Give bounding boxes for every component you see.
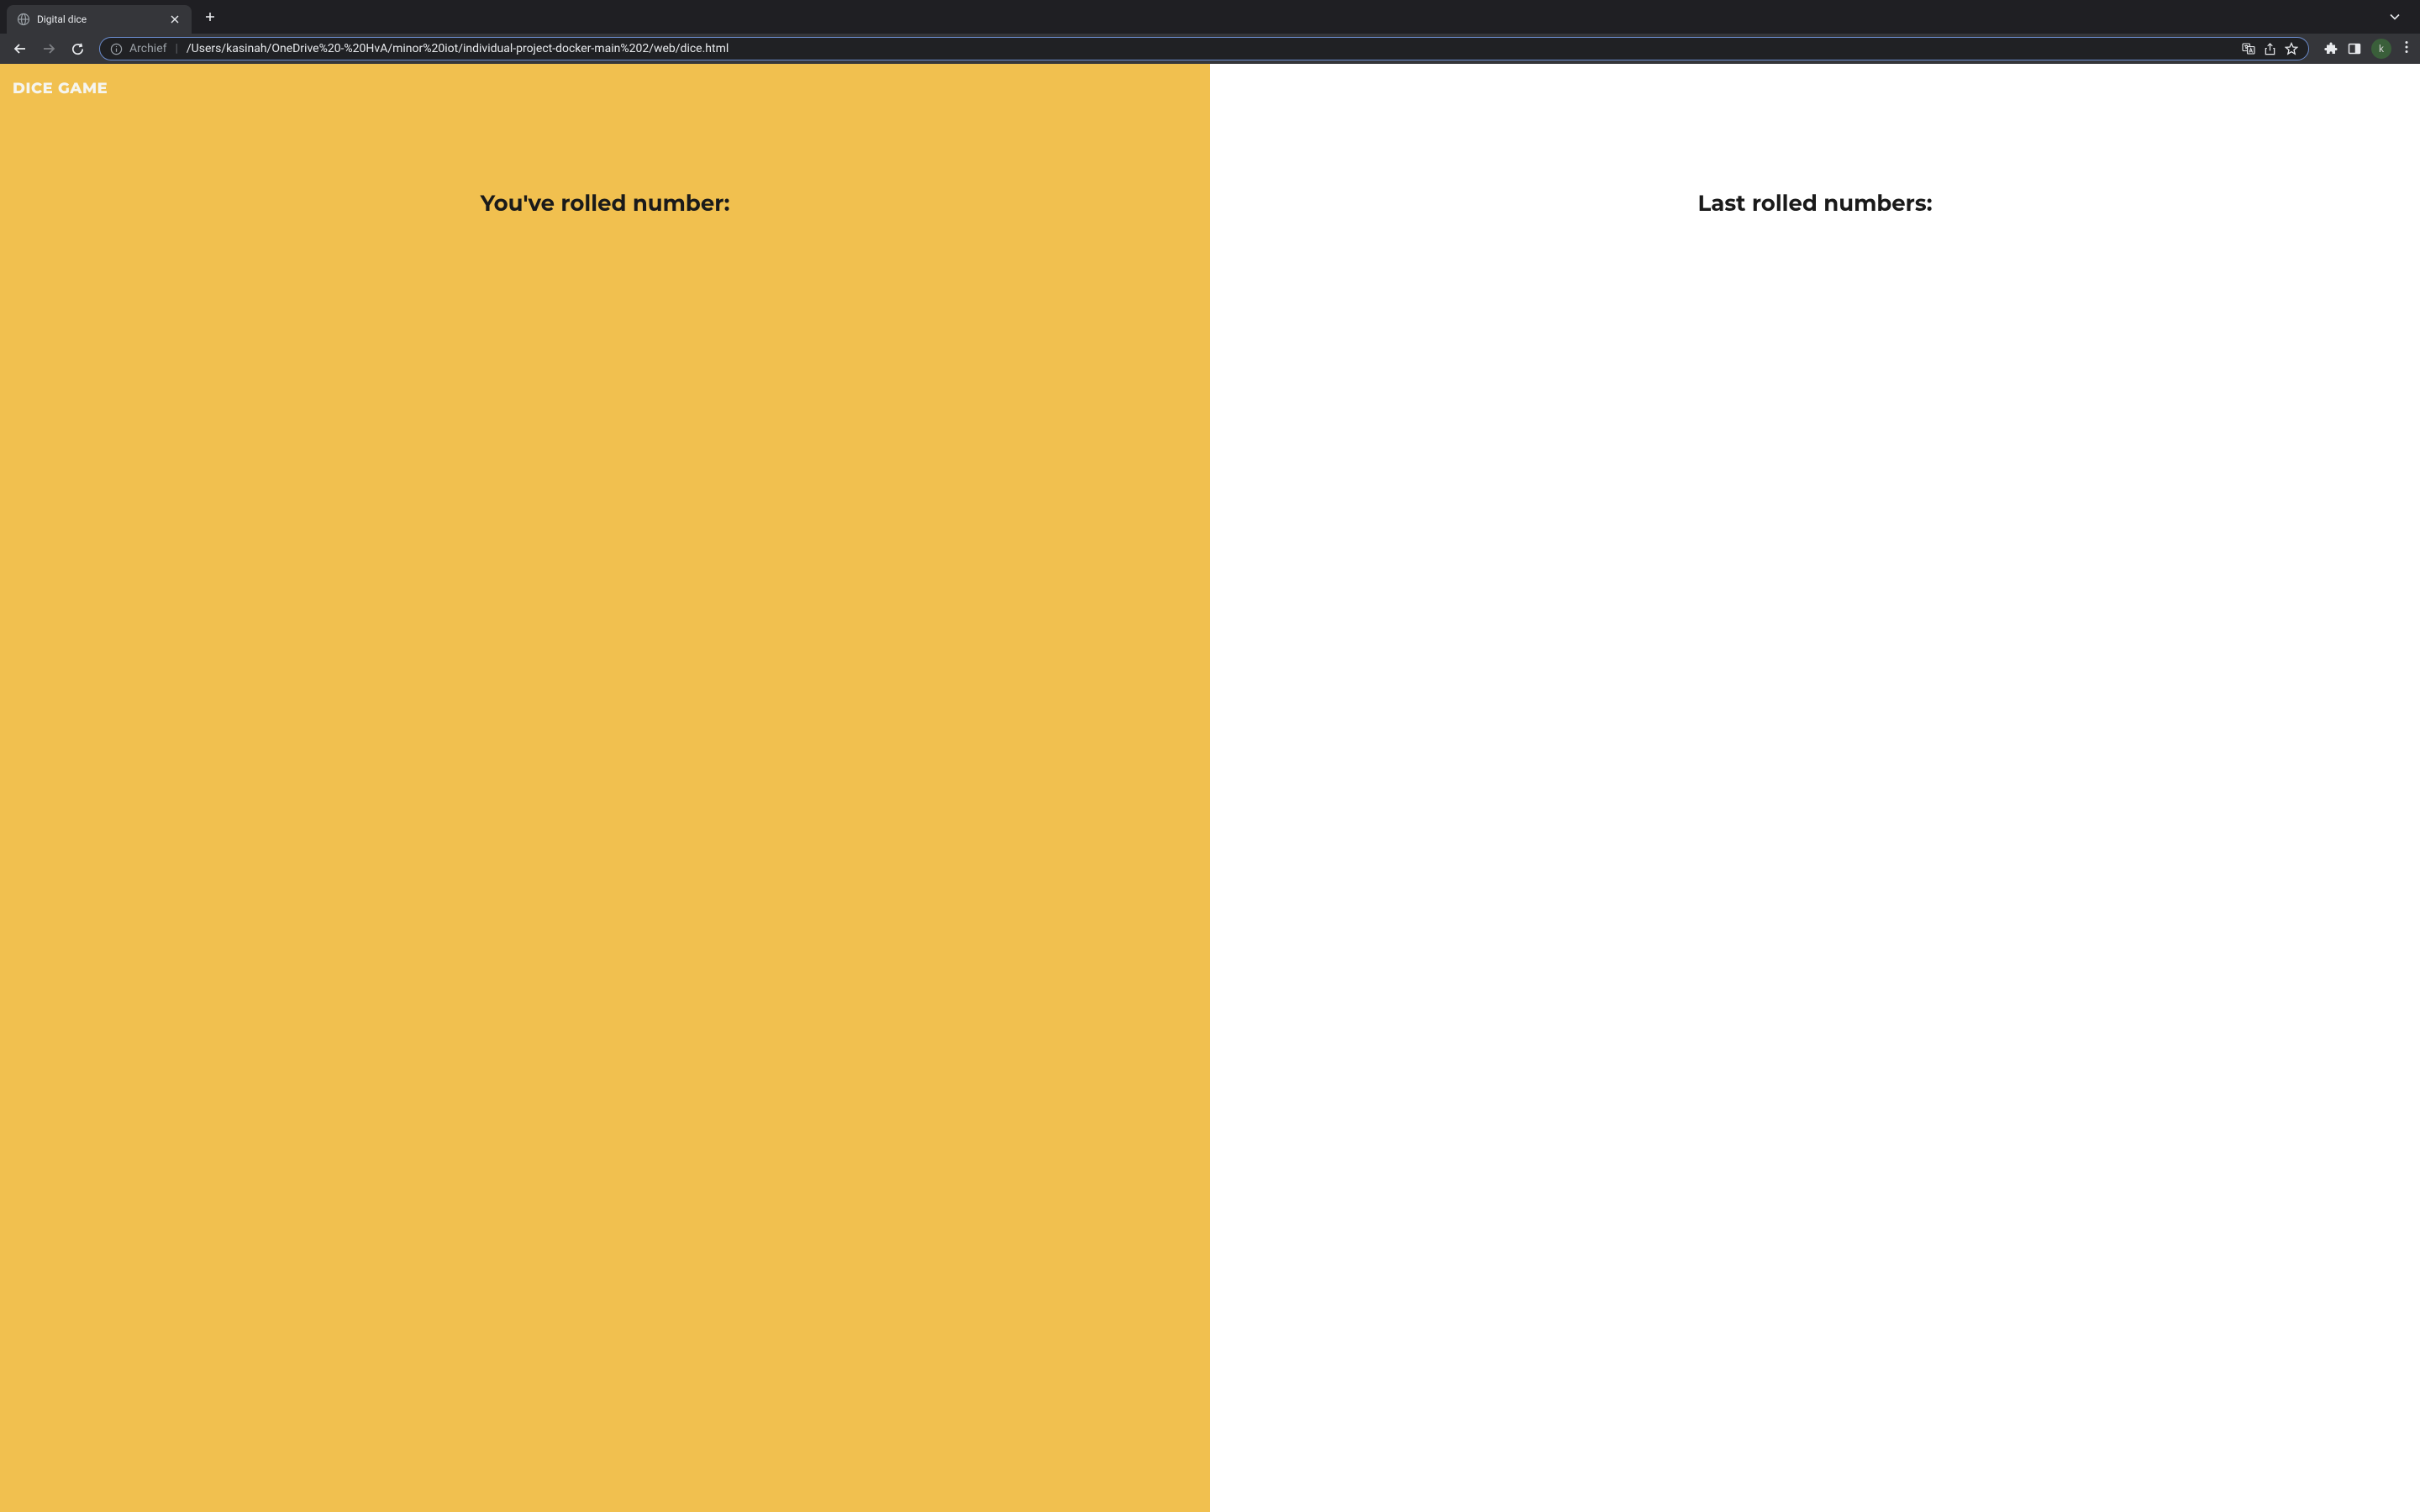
page-content: DICE GAME You've rolled number: Last rol… — [0, 64, 2420, 1512]
translate-icon[interactable] — [2242, 42, 2255, 55]
tab-bar-right — [2383, 7, 2413, 27]
tab-bar: Digital dice — [0, 0, 2420, 34]
share-icon[interactable] — [2264, 43, 2276, 55]
rolled-number-heading: You've rolled number: — [481, 190, 730, 217]
extensions-icon[interactable] — [2324, 42, 2338, 55]
tab-title: Digital dice — [37, 13, 163, 25]
side-panel-icon[interactable] — [2348, 42, 2361, 55]
browser-tab[interactable]: Digital dice — [7, 5, 192, 34]
new-tab-button[interactable] — [198, 5, 222, 29]
url-path: /Users/kasinah/OneDrive%20-%20HvA/minor%… — [187, 42, 2235, 55]
toolbar: Archief | /Users/kasinah/OneDrive%20-%20… — [0, 34, 2420, 64]
address-bar[interactable]: Archief | /Users/kasinah/OneDrive%20-%20… — [99, 37, 2309, 60]
toolbar-right: k — [2324, 39, 2412, 59]
kebab-menu-icon[interactable] — [2402, 40, 2412, 58]
info-icon[interactable] — [110, 43, 123, 55]
chevron-down-icon[interactable] — [2383, 7, 2407, 27]
browser-chrome: Digital dice — [0, 0, 2420, 64]
profile-avatar[interactable]: k — [2371, 39, 2391, 59]
reload-button[interactable] — [66, 37, 89, 60]
url-prefix: Archief — [129, 42, 166, 55]
url-divider: | — [175, 42, 177, 55]
globe-icon — [17, 13, 30, 26]
back-button[interactable] — [8, 37, 32, 60]
avatar-initial: k — [2379, 43, 2384, 55]
close-icon[interactable] — [168, 13, 182, 26]
left-panel: DICE GAME You've rolled number: — [0, 64, 1210, 1512]
right-panel: Last rolled numbers: — [1210, 64, 2420, 1512]
app-title: DICE GAME — [13, 79, 108, 97]
star-icon[interactable] — [2285, 42, 2298, 55]
forward-button[interactable] — [37, 37, 60, 60]
last-rolled-heading: Last rolled numbers: — [1697, 190, 1932, 217]
address-bar-actions — [2242, 42, 2298, 55]
